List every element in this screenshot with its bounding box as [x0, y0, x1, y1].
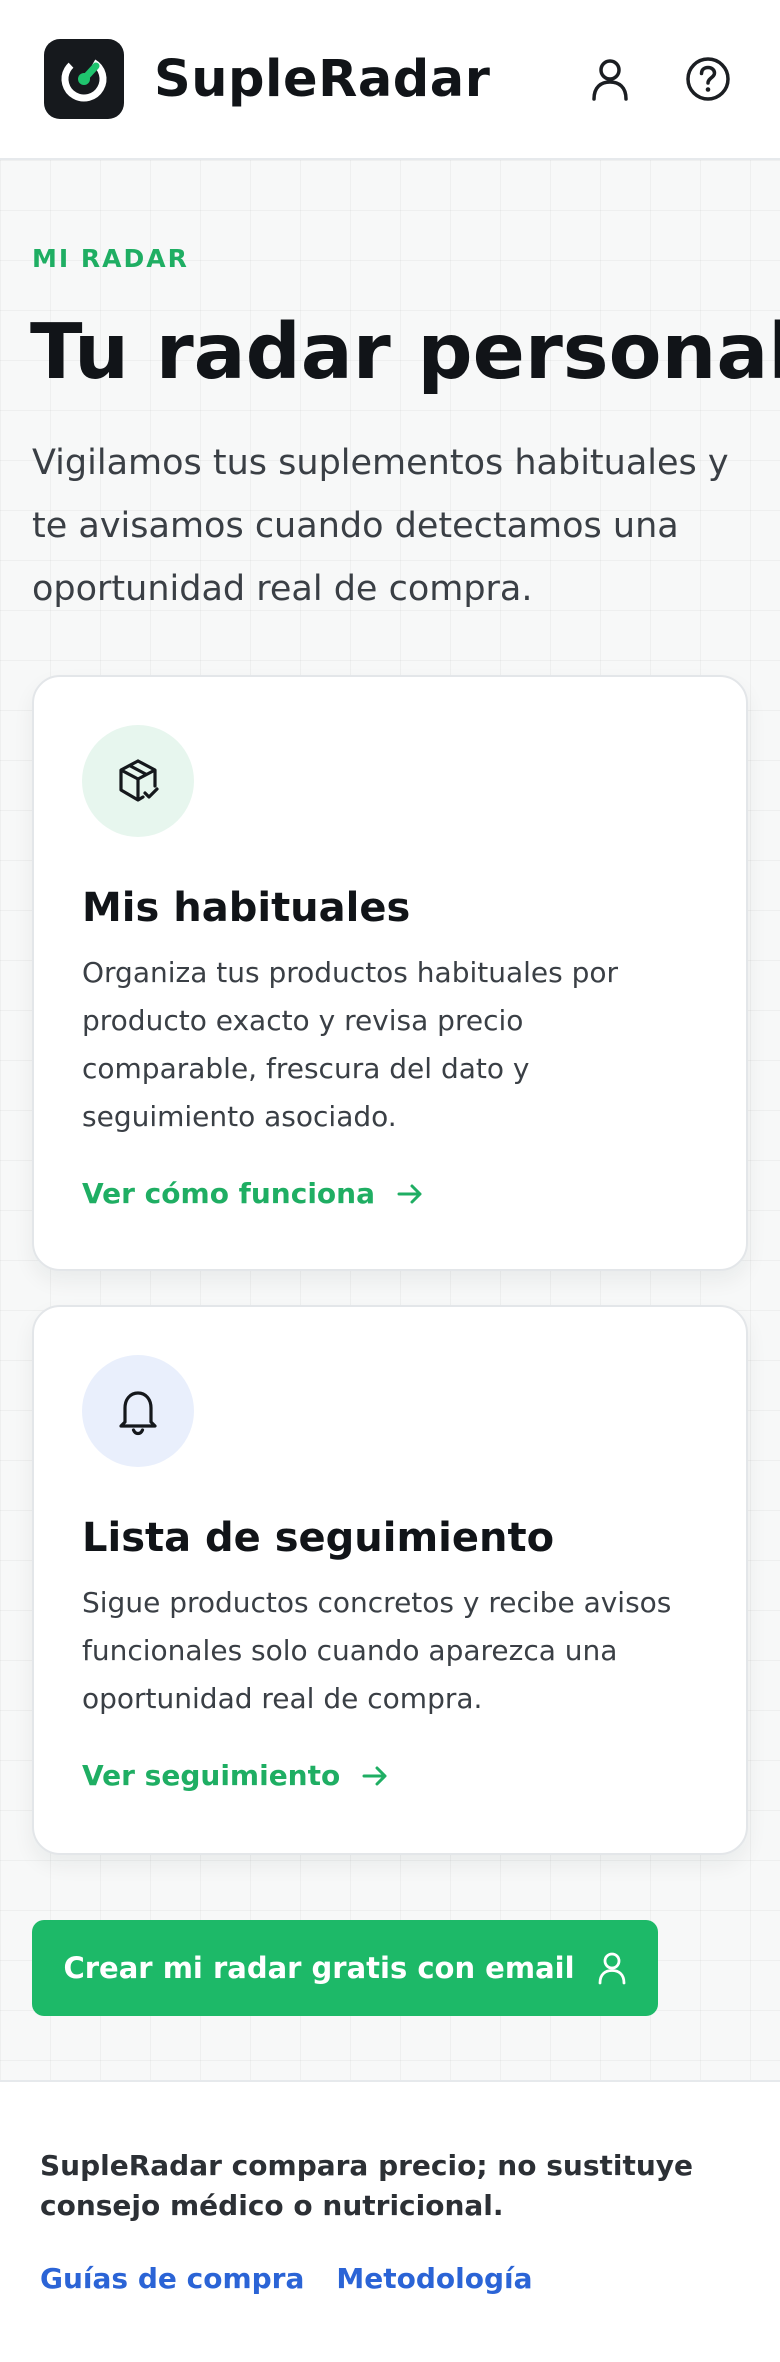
brand-name[interactable]: SupleRadar: [154, 50, 490, 109]
page-footer: SupleRadar compara precio; no sustituye …: [0, 2080, 780, 2362]
section-eyebrow: MI RADAR: [32, 244, 189, 273]
create-radar-button[interactable]: Crear mi radar gratis con email: [32, 1920, 658, 2016]
package-check-icon: [82, 725, 194, 837]
card-description: Sigue productos concretos y recibe aviso…: [82, 1586, 672, 1715]
see-tracking-link[interactable]: Ver seguimiento: [82, 1759, 390, 1792]
arrow-right-icon: [362, 1766, 387, 1785]
card-title: Lista de seguimiento: [82, 1515, 555, 1561]
page-lead: Vigilamos tus suplementos habituales y t…: [32, 443, 729, 609]
user-icon: [598, 1952, 625, 1985]
header-actions: [586, 55, 732, 103]
buying-guides-link[interactable]: Guías de compra: [40, 2262, 304, 2295]
card-title: Mis habituales: [82, 885, 411, 931]
card-link-label: Ver seguimiento: [82, 1759, 341, 1792]
see-how-it-works-link[interactable]: Ver cómo funciona: [82, 1177, 425, 1210]
footer-disclaimer: SupleRadar compara precio; no sustituye …: [40, 2149, 694, 2222]
main-content: MI RADAR Tu radar personal Vigilamos tus…: [0, 160, 780, 2080]
methodology-link[interactable]: Metodología: [336, 2262, 532, 2295]
arrow-right-icon: [397, 1184, 422, 1203]
card-description: Organiza tus productos habituales por pr…: [82, 956, 619, 1133]
cta-label: Crear mi radar gratis con email: [63, 1951, 575, 1985]
help-circle-icon[interactable]: [684, 55, 732, 103]
card-link-label: Ver cómo funciona: [82, 1177, 375, 1210]
top-header: SupleRadar: [0, 0, 780, 160]
radar-logo-icon[interactable]: [44, 39, 124, 119]
card-seguimiento: Lista de seguimiento Sigue productos con…: [32, 1305, 748, 1855]
user-icon[interactable]: [586, 55, 634, 103]
card-habituales: Mis habituales Organiza tus productos ha…: [32, 675, 748, 1271]
page-title: Tu radar personal: [30, 308, 780, 397]
bell-icon: [82, 1355, 194, 1467]
footer-nav: Guías de compra Metodología: [40, 2262, 532, 2295]
